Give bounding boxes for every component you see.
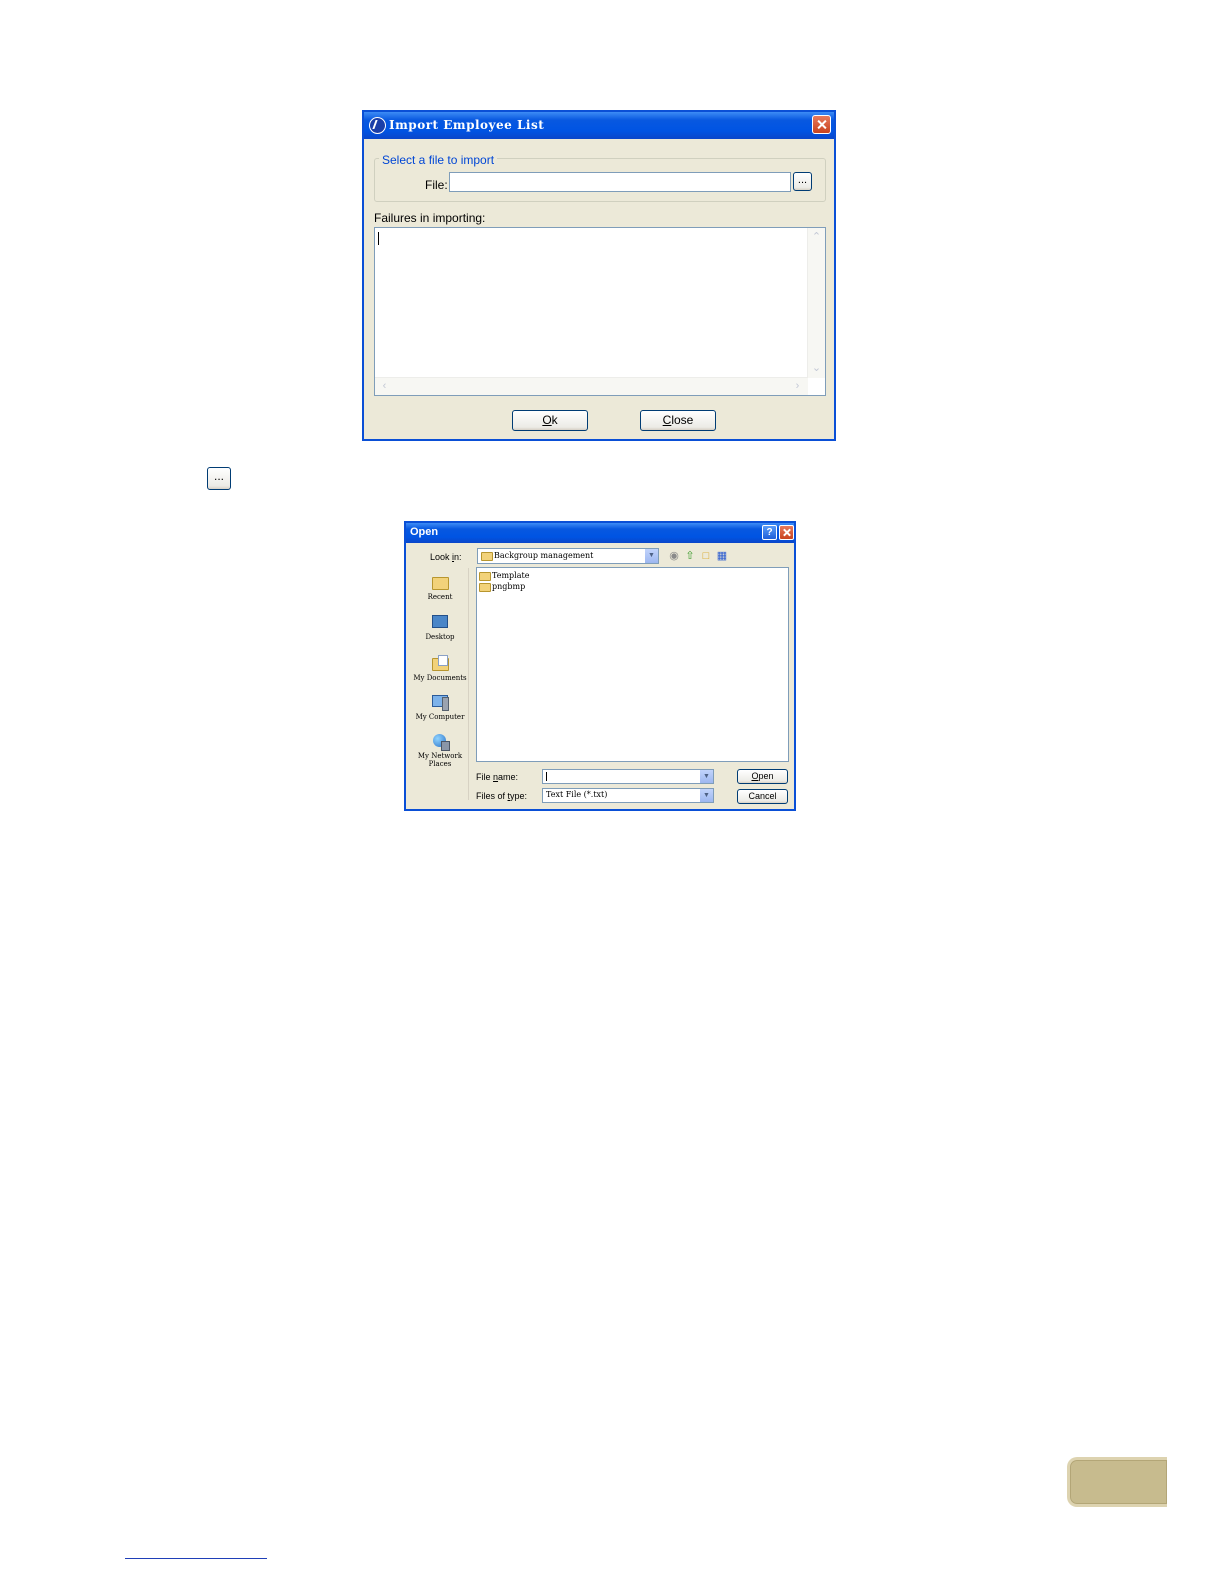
look-in-value: Backgroup management — [494, 551, 594, 560]
place-label: My Documents — [413, 674, 467, 682]
place-desktop[interactable]: Desktop — [411, 613, 469, 641]
title-bar[interactable]: Open ? — [406, 523, 794, 543]
browse-button[interactable]: ... — [793, 172, 812, 191]
ok-button[interactable]: Ok — [512, 410, 588, 431]
open-file-dialog: Open ? Look in: Backgroup management ▼ ◉… — [404, 521, 796, 811]
vertical-scrollbar[interactable]: ⌃ ⌄ — [807, 228, 825, 378]
chevron-down-icon[interactable]: ▼ — [700, 789, 713, 802]
folder-icon — [479, 583, 491, 592]
close-button[interactable]: Close — [640, 410, 716, 431]
place-label: My Computer — [415, 713, 465, 721]
cancel-button[interactable]: Cancel — [737, 789, 788, 804]
file-name: Template — [492, 571, 530, 580]
close-label-rest: lose — [671, 413, 694, 427]
help-icon[interactable]: ? — [762, 525, 777, 540]
folder-icon — [479, 572, 491, 581]
file-label: File: — [425, 178, 448, 192]
files-of-type-label: Files of type: — [476, 791, 528, 801]
chevron-down-icon[interactable]: ▼ — [645, 549, 658, 563]
import-employee-list-dialog: Import Employee List Select a file to im… — [362, 110, 836, 441]
file-name: pngbmp — [492, 582, 526, 591]
recent-folder-icon — [430, 573, 450, 592]
network-places-icon — [430, 732, 450, 751]
close-icon[interactable] — [779, 525, 794, 540]
up-folder-icon[interactable]: ⇧ — [684, 550, 696, 562]
close-icon[interactable] — [812, 115, 831, 134]
scroll-right-icon[interactable]: › — [790, 379, 805, 394]
scroll-up-icon[interactable]: ⌃ — [809, 230, 824, 245]
open-button[interactable]: Open — [737, 769, 788, 784]
ok-label-rest: k — [551, 413, 558, 427]
browse-button-illustration: ... — [207, 467, 231, 490]
place-label: Desktop — [425, 633, 455, 641]
scroll-down-icon[interactable]: ⌄ — [809, 361, 824, 376]
dialog-title: Import Employee List — [389, 118, 545, 132]
scroll-left-icon[interactable]: ‹ — [377, 379, 392, 394]
group-label: Select a file to import — [379, 153, 498, 167]
horizontal-scrollbar[interactable]: ‹ › — [375, 377, 808, 395]
my-documents-icon — [430, 654, 450, 673]
file-list[interactable]: Template pngbmp — [476, 567, 789, 762]
places-bar: Recent Desktop My Documents My Computer — [411, 568, 469, 800]
look-in-dropdown[interactable]: Backgroup management ▼ — [477, 548, 659, 564]
failures-label: Failures in importing: — [374, 211, 486, 225]
folder-icon — [481, 552, 493, 561]
failures-textarea[interactable]: ⌃ ⌄ ‹ › — [374, 227, 826, 396]
page-number-tab — [1067, 1457, 1167, 1507]
desktop-icon — [430, 613, 450, 632]
new-folder-icon[interactable]: □ — [700, 550, 712, 562]
place-label: Recent — [427, 593, 453, 601]
dialog-title: Open — [410, 526, 439, 538]
footer-link-underline — [125, 1558, 267, 1559]
place-my-documents[interactable]: My Documents — [411, 654, 469, 682]
title-bar[interactable]: Import Employee List — [364, 112, 834, 139]
chevron-down-icon[interactable]: ▼ — [700, 770, 713, 783]
my-computer-icon — [430, 693, 450, 712]
files-of-type-value: Text File (*.txt) — [546, 790, 608, 799]
text-caret — [378, 232, 379, 245]
file-name-label: File name: — [476, 772, 519, 782]
file-name-input[interactable]: ▼ — [542, 769, 714, 784]
place-network[interactable]: My Network Places — [411, 732, 469, 768]
text-caret — [546, 772, 547, 781]
files-of-type-dropdown[interactable]: Text File (*.txt) ▼ — [542, 788, 714, 803]
back-icon[interactable]: ◉ — [668, 550, 680, 562]
open-label-rest: pen — [758, 771, 774, 781]
look-in-label: Look in: — [430, 552, 462, 562]
place-label: My Network Places — [417, 752, 463, 768]
file-path-input[interactable] — [449, 172, 791, 192]
place-my-computer[interactable]: My Computer — [411, 693, 469, 721]
ok-label-mnemonic: O — [542, 413, 552, 427]
app-clock-icon — [369, 117, 386, 134]
views-menu-icon[interactable]: ▦ — [716, 550, 728, 562]
place-recent[interactable]: Recent — [411, 573, 469, 601]
